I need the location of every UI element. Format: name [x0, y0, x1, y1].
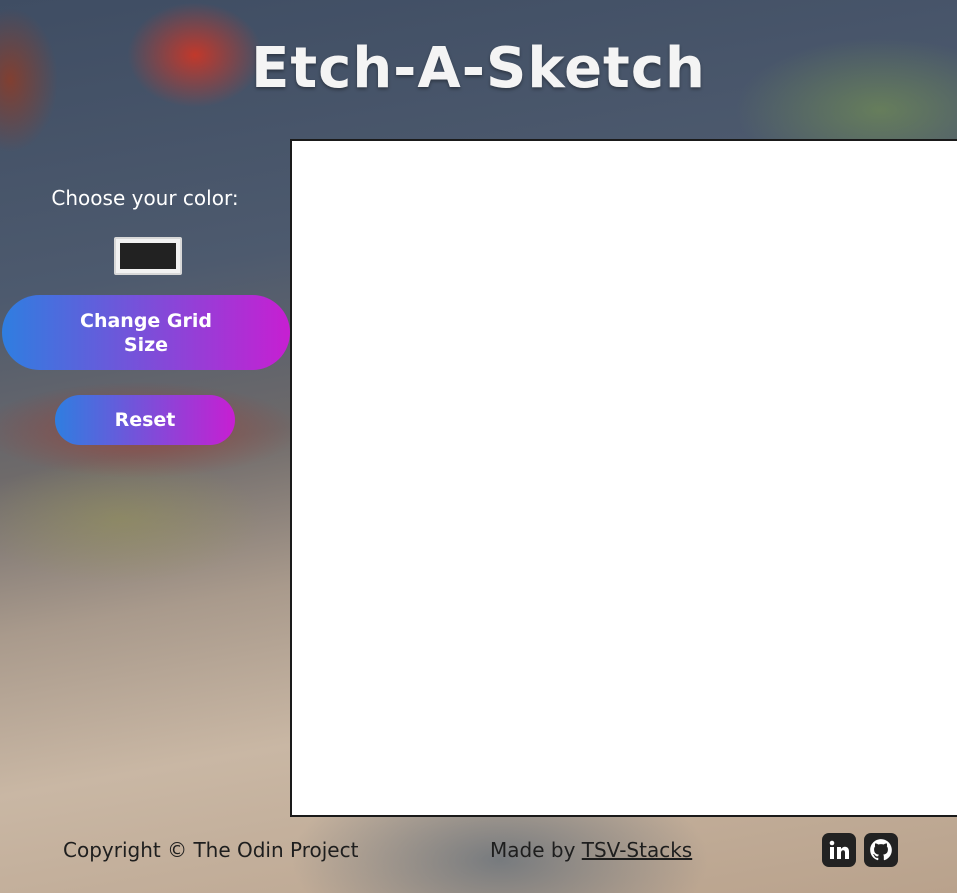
reset-button[interactable]: Reset [55, 395, 235, 445]
color-label: Choose your color: [51, 186, 239, 210]
change-grid-size-button[interactable]: Change Grid Size [2, 295, 290, 370]
github-icon[interactable] [864, 833, 898, 867]
social-links [822, 833, 898, 867]
copyright-text: Copyright © The Odin Project [63, 838, 359, 862]
color-swatch [120, 243, 176, 269]
page-title: Etch-A-Sketch [251, 36, 706, 101]
footer: Copyright © The Odin Project Made by TSV… [0, 830, 957, 880]
change-grid-size-label: Change Grid Size [80, 309, 212, 356]
sketch-grid[interactable] [290, 139, 957, 817]
color-picker[interactable] [114, 237, 182, 275]
made-by: Made by TSV-Stacks [490, 838, 692, 862]
reset-label: Reset [114, 409, 176, 431]
linkedin-icon[interactable] [822, 833, 856, 867]
controls-panel: Choose your color: Change Grid Size Rese… [0, 140, 290, 820]
author-link[interactable]: TSV-Stacks [582, 838, 692, 862]
made-by-prefix: Made by [490, 838, 576, 862]
